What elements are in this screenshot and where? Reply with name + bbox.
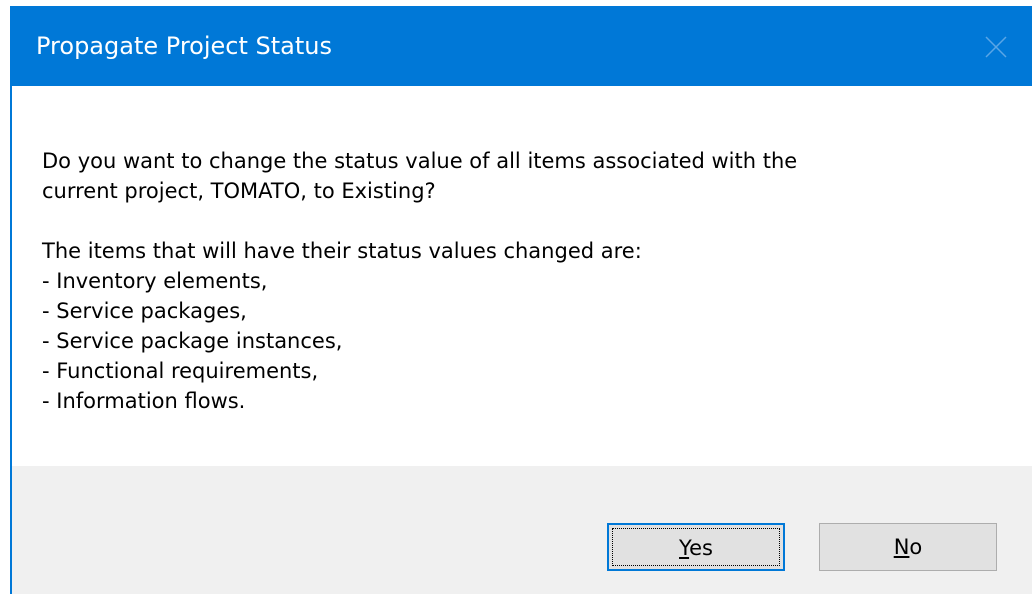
- yes-mnemonic: Y: [679, 536, 690, 560]
- button-bar: Yes No: [12, 466, 1032, 594]
- list-item: - Service packages,: [42, 299, 247, 323]
- items-intro: The items that will have their status va…: [42, 239, 642, 263]
- no-button-label: No: [894, 535, 923, 559]
- yes-button-label: Yes: [679, 536, 713, 560]
- question-line-2: current project, TOMATO, to Existing?: [42, 179, 436, 203]
- list-item: - Functional requirements,: [42, 359, 319, 383]
- question-line-1: Do you want to change the status value o…: [42, 149, 798, 173]
- no-mnemonic: N: [893, 535, 910, 559]
- close-icon[interactable]: [982, 33, 1010, 61]
- list-item: - Inventory elements,: [42, 269, 268, 293]
- dialog-window: Propagate Project Status Do you want to …: [10, 6, 1032, 594]
- list-item: - Service package instances,: [42, 329, 343, 353]
- message-text: Do you want to change the status value o…: [42, 146, 1012, 416]
- no-label-rest: o: [909, 535, 923, 559]
- no-button[interactable]: No: [819, 523, 997, 571]
- dialog-body: Do you want to change the status value o…: [12, 86, 1032, 466]
- list-item: - Information flows.: [42, 389, 246, 413]
- yes-label-rest: es: [689, 536, 713, 560]
- items-list: - Inventory elements, - Service packages…: [42, 266, 1012, 416]
- title-bar: Propagate Project Status: [12, 6, 1032, 86]
- yes-button[interactable]: Yes: [607, 523, 785, 571]
- dialog-title: Propagate Project Status: [36, 32, 332, 60]
